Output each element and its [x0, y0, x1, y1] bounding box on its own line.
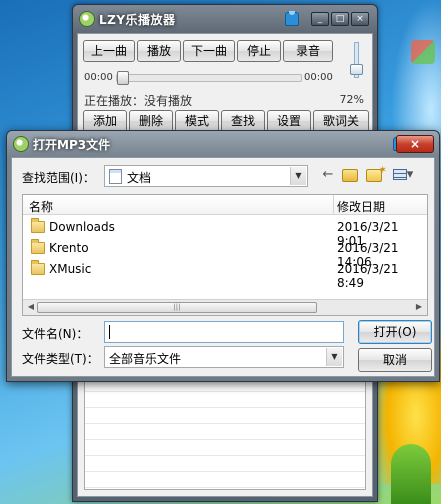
- open-file-dialog: 打开MP3文件 × 查找范围(I)： 文档 ▼ ← ▾ 名称 修改日期 Down…: [6, 130, 440, 382]
- volume-slider[interactable]: [350, 42, 363, 80]
- view-menu-icon[interactable]: ▾: [390, 166, 416, 184]
- file-row[interactable]: Krento 2016/3/21 14:06: [23, 238, 427, 269]
- folder-icon: [31, 218, 45, 233]
- close-button[interactable]: ×: [351, 12, 369, 26]
- filetype-combo[interactable]: 全部音乐文件 ▼: [104, 346, 344, 368]
- look-in-value: 文档: [127, 171, 152, 185]
- delete-button[interactable]: 删除: [129, 110, 173, 132]
- filetype-value: 全部音乐文件: [109, 352, 182, 366]
- progress-bar[interactable]: [116, 71, 302, 85]
- chevron-down-icon[interactable]: ▼: [290, 167, 306, 185]
- time-elapsed: 00:00: [84, 72, 113, 83]
- dialog-close-button[interactable]: ×: [396, 135, 434, 153]
- app-logo-icon: [79, 11, 95, 27]
- dialog-body: 查找范围(I)： 文档 ▼ ← ▾ 名称 修改日期 Downloads 2016…: [11, 157, 435, 377]
- record-button[interactable]: 录音: [283, 40, 333, 62]
- filename-input[interactable]: [104, 321, 344, 343]
- maximize-button[interactable]: □: [331, 12, 349, 26]
- column-modified[interactable]: 修改日期: [337, 198, 385, 215]
- file-list-header: 名称 修改日期: [23, 195, 427, 215]
- scroll-right-icon[interactable]: ▶: [413, 302, 425, 311]
- folder-icon: [31, 260, 45, 275]
- now-playing-label: 正在播放：: [84, 94, 145, 108]
- lyrics-toggle-button[interactable]: 歌词关: [313, 110, 369, 132]
- look-in-combo[interactable]: 文档 ▼: [104, 165, 308, 187]
- player-caption-buttons: _ □ ×: [311, 12, 369, 26]
- wallpaper-stem: [391, 444, 431, 504]
- chevron-down-icon[interactable]: ▼: [326, 348, 342, 366]
- settings-button[interactable]: 设置: [267, 110, 311, 132]
- minimize-button[interactable]: _: [311, 12, 329, 26]
- file-date: 2016/3/21 8:49: [337, 262, 399, 290]
- scroll-thumb[interactable]: |||: [37, 302, 317, 313]
- filename-label: 文件名(N)：: [22, 327, 89, 341]
- filetype-label: 文件类型(T)：: [22, 352, 99, 366]
- time-total: 00:00: [304, 72, 333, 83]
- look-in-label: 查找范围(I)：: [22, 171, 95, 185]
- scroll-left-icon[interactable]: ◀: [25, 302, 37, 311]
- column-separator: [333, 195, 334, 215]
- file-list[interactable]: 名称 修改日期 Downloads 2016/3/21 9:01 Krento …: [22, 194, 428, 316]
- folder-up-icon[interactable]: [342, 169, 358, 182]
- file-name: XMusic: [49, 262, 92, 276]
- documents-icon: [109, 169, 122, 184]
- open-button[interactable]: 打开(O): [358, 320, 432, 344]
- column-name[interactable]: 名称: [29, 198, 53, 215]
- dialog-app-icon: [13, 136, 29, 152]
- search-button[interactable]: 查找: [221, 110, 265, 132]
- prev-track-button[interactable]: 上一曲: [83, 40, 135, 62]
- volume-percent: 72%: [339, 93, 364, 106]
- now-playing: 正在播放：没有播放: [84, 92, 192, 109]
- volume-thumb[interactable]: [350, 64, 363, 75]
- horizontal-scrollbar[interactable]: ◀ ||| ▶: [23, 299, 427, 315]
- dialog-title: 打开MP3文件: [33, 138, 111, 152]
- folder-icon: [31, 239, 45, 254]
- file-name: Downloads: [49, 220, 115, 234]
- file-row[interactable]: Downloads 2016/3/21 9:01: [23, 217, 427, 248]
- add-button[interactable]: 添加: [83, 110, 127, 132]
- mode-button[interactable]: 模式: [175, 110, 219, 132]
- windows-logo-icon: [411, 40, 435, 64]
- next-track-button[interactable]: 下一曲: [183, 40, 235, 62]
- back-arrow-icon[interactable]: ←: [318, 166, 338, 184]
- now-playing-value: 没有播放: [144, 94, 193, 108]
- progress-thumb[interactable]: [117, 71, 129, 85]
- cancel-button[interactable]: 取消: [358, 348, 432, 372]
- play-button[interactable]: 播放: [137, 40, 181, 62]
- stop-button[interactable]: 停止: [237, 40, 281, 62]
- file-name: Krento: [49, 241, 89, 255]
- new-folder-icon[interactable]: [366, 162, 387, 182]
- skin-shirt-icon[interactable]: [285, 11, 299, 26]
- player-titlebar[interactable]: LZY乐播放器 _ □ ×: [73, 5, 377, 33]
- text-caret: [109, 324, 110, 339]
- player-title: LZY乐播放器: [99, 13, 176, 27]
- file-row[interactable]: XMusic 2016/3/21 8:49: [23, 259, 427, 290]
